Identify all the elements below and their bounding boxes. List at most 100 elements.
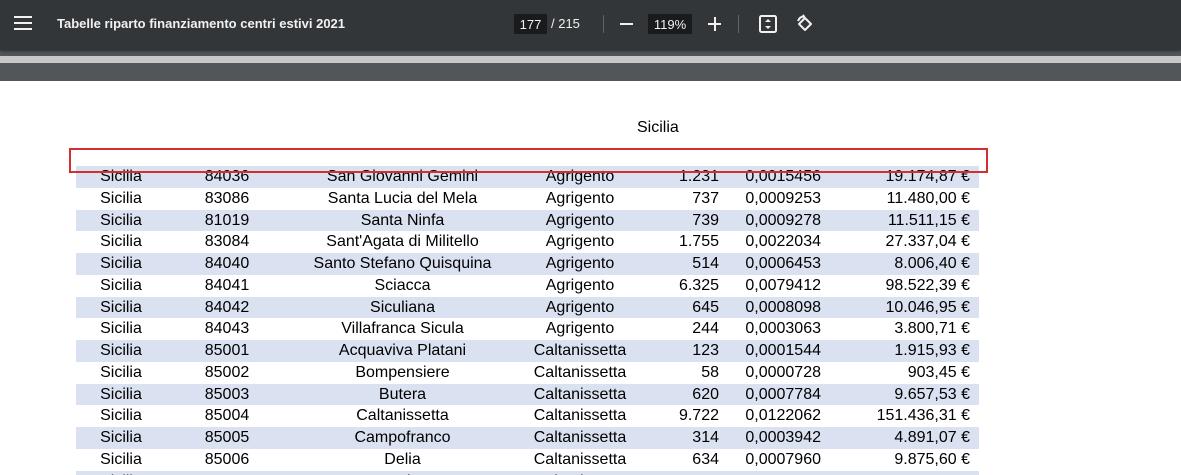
cell-code: 84043 (204, 320, 250, 338)
table-row: Sicilia 85001 Acquaviva Platani Caltanisset… (76, 340, 979, 362)
cell-code: 83084 (204, 233, 250, 251)
cell-municipality: Santa Lucia del Mela (327, 189, 478, 207)
cell-ratio: 0,0001544 (745, 342, 821, 359)
cell-municipality: Bompensiere (355, 363, 450, 381)
cell-municipality: Butera (378, 385, 427, 403)
cell-municipality: Santa Ninfa (360, 211, 445, 229)
cell-province: Agrigento (545, 189, 615, 207)
fit-page-icon[interactable] (757, 13, 779, 35)
cell-region: Sicilia (100, 189, 142, 207)
cell-population: 737 (692, 189, 719, 207)
cell-ratio: 0,0007784 (745, 385, 821, 403)
cell-province: Caltanissetta (533, 342, 627, 359)
cell-region: Sicilia (100, 211, 142, 229)
cell-region: Sicilia (100, 168, 142, 185)
cell-code: 84040 (204, 255, 250, 272)
minus-icon[interactable] (617, 13, 637, 35)
cell-population: 739 (692, 211, 719, 229)
cell-province: Agrigento (545, 211, 615, 229)
cell-population: 9.722 (678, 407, 719, 425)
cell-municipality: Villafranca Sicula (341, 320, 464, 338)
cell-amount: 9.657,53 € (894, 385, 970, 403)
cell-code: 84041 (204, 276, 250, 294)
cell-municipality: Santo Stefano Quisquina (313, 255, 492, 272)
cell-code: 85002 (204, 363, 250, 381)
menu-icon[interactable] (14, 16, 32, 32)
cell-municipality: Sciacca (374, 276, 431, 294)
cell-municipality: Acquaviva Platani (338, 342, 467, 359)
cell-population: 6.325 (678, 276, 719, 294)
table-row: Sicilia 84040 Santo Stefano Quisquina Agrig… (76, 253, 979, 275)
cell-province: Caltanissetta (533, 450, 627, 468)
cell-amount: 903,45 € (907, 363, 970, 381)
cell-province: Agrigento (545, 298, 615, 316)
cell-ratio: 0,0000728 (745, 363, 821, 381)
cell-region: Sicilia (100, 450, 142, 468)
cell-province: Caltanissetta (533, 385, 627, 403)
rotate-icon[interactable] (794, 13, 816, 35)
cell-amount: 11.480,00 € (886, 189, 970, 207)
cell-province: Caltanissetta (533, 429, 627, 446)
cell-municipality: Siculiana (370, 298, 435, 316)
cell-region: Sicilia (100, 429, 142, 446)
cell-code: 84036 (204, 168, 250, 185)
cell-province: Agrigento (545, 320, 615, 338)
table-row: Sicilia 84043 Villafranca Sicula Agrigento 2… (76, 318, 979, 340)
pdf-toolbar: Tabelle riparto finanziamento centri est… (0, 0, 1181, 50)
cell-amount: 4.891,07 € (894, 429, 970, 446)
cell-region: Sicilia (100, 363, 142, 381)
table-row: Sicilia 85003 Butera Caltanissetta 620 0,0007… (76, 383, 979, 406)
cell-ratio: 0,0009278 (745, 211, 821, 229)
cell-population: 634 (692, 450, 719, 468)
table-row: Sicilia 83084 Sant'Agata di Militello Agrig… (76, 231, 979, 253)
cell-amount: 98.522,39 € (885, 276, 970, 294)
table-row: Sicilia 84042 Siculiana Agrigento 645 0,00080… (76, 296, 979, 319)
table-row: Sicilia 83086 Santa Lucia del Mela Agrigent… (76, 188, 979, 210)
data-table: Sicilia 84036 San Giovanni Gemini Agrigento… (76, 166, 979, 475)
cell-region: Sicilia (100, 407, 142, 425)
cell-code: 84042 (204, 298, 250, 316)
cell-region: Sicilia (100, 255, 142, 272)
cell-municipality: Sant'Agata di Militello (326, 233, 479, 251)
cell-ratio: 0,0003063 (745, 320, 821, 338)
cell-amount: 19.174,87 € (885, 168, 970, 185)
cell-amount: 11.511,15 € (887, 211, 970, 229)
table-row: Sicilia85007GelaCaltanissetta16.2930,020… (76, 470, 979, 475)
table-row: Sicilia 85006 Delia Caltanissetta 634 0,00079… (76, 449, 979, 471)
cell-province: Agrigento (545, 233, 615, 251)
cell-province: Caltanissetta (533, 407, 627, 425)
cell-municipality: Delia (384, 450, 421, 468)
cell-code: 85005 (204, 429, 250, 446)
cell-province: Agrigento (545, 168, 615, 185)
toolbar-divider (603, 15, 604, 33)
cell-population: 314 (692, 429, 719, 446)
page-total: / 215 (551, 16, 580, 31)
cell-amount: 9.875,60 € (894, 450, 970, 468)
cell-region: Sicilia (100, 342, 142, 359)
cell-ratio: 0,0022034 (745, 233, 821, 251)
previous-page-edge (0, 56, 1181, 63)
page-number-input[interactable] (514, 14, 547, 34)
cell-ratio: 0,0008098 (745, 298, 821, 316)
cell-ratio: 0,0003942 (745, 429, 821, 446)
page-gap (0, 63, 1181, 81)
plus-icon[interactable] (705, 13, 725, 35)
zoom-input[interactable] (648, 14, 692, 34)
cell-code: 85006 (204, 450, 250, 468)
cell-province: Caltanissetta (533, 363, 627, 381)
cell-ratio: 0,0006453 (745, 255, 821, 272)
cell-region: Sicilia (100, 385, 142, 403)
cell-ratio: 0,0122062 (745, 407, 821, 425)
cell-code: 85003 (204, 385, 250, 403)
cell-population: 620 (692, 385, 719, 403)
cell-region: Sicilia (100, 233, 142, 251)
cell-population: 1.231 (678, 168, 719, 185)
cell-population: 58 (701, 363, 719, 381)
table-row: Sicilia 85002 Bompensiere Caltanissetta 58 0,… (76, 362, 979, 384)
cell-population: 123 (692, 342, 719, 359)
cell-amount: 10.046,95 € (885, 298, 970, 316)
cell-ratio: 0,0007960 (745, 450, 821, 468)
cell-region: Sicilia (100, 298, 142, 316)
table-row: Sicilia 84036 San Giovanni Gemini Agrigento… (76, 166, 979, 188)
table-row: Sicilia 85004 Caltanissetta Caltanissetta 9.… (76, 405, 979, 427)
